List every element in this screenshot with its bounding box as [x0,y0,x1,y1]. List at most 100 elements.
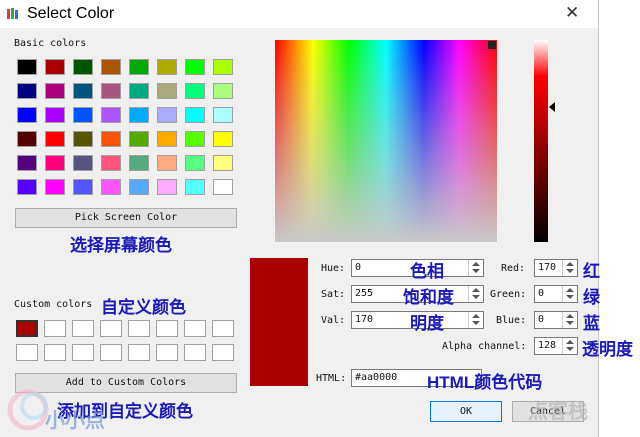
basic-color-swatch[interactable] [101,179,121,195]
basic-color-swatch[interactable] [157,179,177,195]
spin-down-icon[interactable] [566,347,574,351]
custom-color-slot[interactable] [16,344,38,361]
custom-color-slot[interactable] [72,320,94,337]
alpha-value: 128 [538,340,557,351]
basic-color-swatch[interactable] [101,83,121,99]
spin-up-icon[interactable] [472,314,480,318]
basic-color-swatch[interactable] [129,83,149,99]
basic-color-swatch[interactable] [129,107,149,123]
val-value: 170 [355,314,374,325]
basic-color-swatch[interactable] [73,179,93,195]
basic-color-swatch[interactable] [45,155,65,171]
basic-color-swatch[interactable] [17,131,37,147]
custom-color-slot[interactable] [16,320,38,337]
spin-up-icon[interactable] [566,288,574,292]
basic-color-swatch[interactable] [17,155,37,171]
basic-color-swatch[interactable] [73,155,93,171]
basic-color-swatch[interactable] [45,179,65,195]
basic-color-swatch[interactable] [185,107,205,123]
spin-up-icon[interactable] [566,262,574,266]
blue-label: Blue: [496,315,527,326]
custom-colors-label: Custom colors [14,299,93,310]
basic-color-swatch[interactable] [101,131,121,147]
basic-color-swatch[interactable] [101,59,121,75]
spin-down-icon[interactable] [566,269,574,273]
basic-color-swatch[interactable] [185,83,205,99]
basic-color-swatch[interactable] [17,179,37,195]
custom-color-slot[interactable] [100,320,122,337]
custom-color-slot[interactable] [156,344,178,361]
green-value: 0 [538,288,545,299]
blue-spinbox[interactable]: 0 [534,311,578,329]
basic-color-swatch[interactable] [17,59,37,75]
custom-colors-annotation: 自定义颜色 [101,298,186,317]
basic-color-swatch[interactable] [185,59,205,75]
custom-color-slot[interactable] [184,320,206,337]
basic-color-swatch[interactable] [73,59,93,75]
luminance-slider[interactable] [534,40,548,242]
basic-color-swatch[interactable] [129,179,149,195]
close-icon[interactable]: ✕ [565,3,579,23]
custom-color-slot[interactable] [44,344,66,361]
spin-down-icon[interactable] [566,295,574,299]
basic-color-swatch[interactable] [213,59,233,75]
custom-color-slot[interactable] [100,344,122,361]
basic-color-swatch[interactable] [157,155,177,171]
alpha-annotation: 透明度 [582,340,633,359]
hue-saturation-picker[interactable] [275,40,497,242]
basic-color-swatch[interactable] [45,59,65,75]
pick-screen-color-button[interactable]: Pick Screen Color [15,208,237,228]
green-spinbox[interactable]: 0 [534,285,578,303]
basic-color-swatch[interactable] [101,155,121,171]
custom-color-slot[interactable] [212,320,234,337]
basic-color-swatch[interactable] [45,131,65,147]
basic-color-swatch[interactable] [157,131,177,147]
basic-color-swatch[interactable] [129,59,149,75]
basic-color-swatch[interactable] [45,107,65,123]
color-palette-icon [7,8,18,19]
basic-color-swatch[interactable] [73,131,93,147]
blue-value: 0 [538,314,545,325]
basic-color-swatch[interactable] [101,107,121,123]
spin-up-icon[interactable] [566,340,574,344]
basic-color-swatch[interactable] [213,107,233,123]
custom-color-slot[interactable] [72,344,94,361]
spin-down-icon[interactable] [472,321,480,325]
red-spinbox[interactable]: 170 [534,259,578,277]
custom-color-slot[interactable] [128,320,150,337]
basic-color-swatch[interactable] [129,155,149,171]
html-label: HTML: [316,373,347,384]
pick-screen-annotation: 选择屏幕颜色 [70,236,172,255]
spin-down-icon[interactable] [472,295,480,299]
ok-button[interactable]: OK [430,401,502,422]
spin-up-icon[interactable] [472,288,480,292]
title-bar: Select Color ✕ [0,0,598,28]
basic-color-swatch[interactable] [157,107,177,123]
basic-color-swatch[interactable] [17,83,37,99]
basic-color-swatch[interactable] [185,131,205,147]
basic-color-swatch[interactable] [185,155,205,171]
spin-up-icon[interactable] [566,314,574,318]
spin-down-icon[interactable] [472,269,480,273]
basic-color-swatch[interactable] [213,131,233,147]
basic-color-swatch[interactable] [185,179,205,195]
basic-color-swatch[interactable] [157,59,177,75]
alpha-spinbox[interactable]: 128 [534,337,578,355]
basic-color-swatch[interactable] [73,107,93,123]
custom-color-slot[interactable] [184,344,206,361]
basic-color-swatch[interactable] [129,131,149,147]
basic-color-swatch[interactable] [213,155,233,171]
luminance-slider-arrow-icon[interactable] [549,102,555,112]
basic-color-swatch[interactable] [157,83,177,99]
basic-color-swatch[interactable] [213,179,233,195]
custom-color-slot[interactable] [44,320,66,337]
basic-color-swatch[interactable] [45,83,65,99]
basic-color-swatch[interactable] [73,83,93,99]
basic-color-swatch[interactable] [213,83,233,99]
spin-up-icon[interactable] [472,262,480,266]
spin-down-icon[interactable] [566,321,574,325]
basic-color-swatch[interactable] [17,107,37,123]
custom-color-slot[interactable] [212,344,234,361]
custom-color-slot[interactable] [156,320,178,337]
custom-color-slot[interactable] [128,344,150,361]
